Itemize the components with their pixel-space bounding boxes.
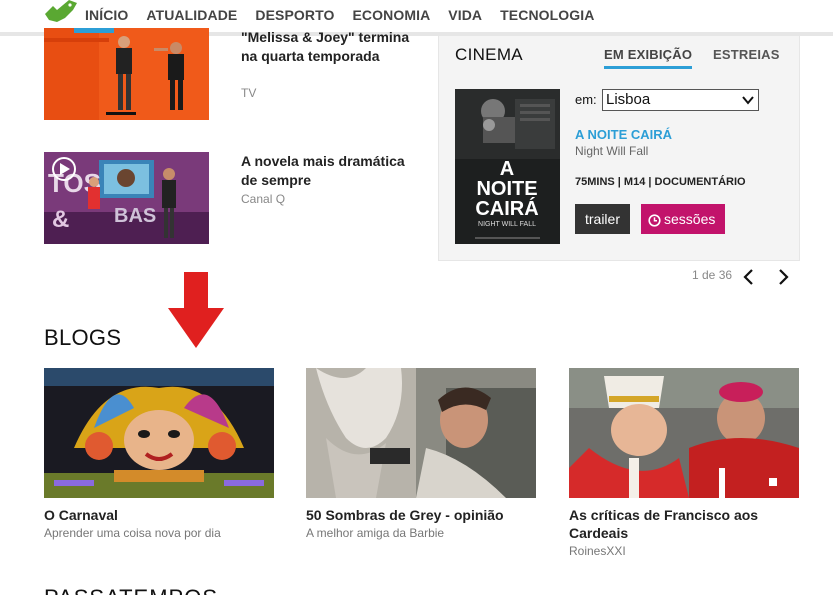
blog-subtitle: A melhor amiga da Barbie (306, 526, 445, 540)
location-label: em: (575, 92, 597, 107)
blog-subtitle: RoinesXXI (569, 544, 626, 558)
logo-icon[interactable] (43, 0, 79, 22)
sessoes-button[interactable]: sessões (641, 204, 725, 234)
nav-item-inicio[interactable]: INÍCIO (85, 7, 128, 23)
svg-text:&: & (52, 206, 69, 233)
poster-line-1: A (500, 158, 514, 180)
section-heading: PASSATEMPOS (44, 585, 218, 595)
blog-card: 50 Sombras de Grey - opinião A melhor am… (306, 368, 536, 540)
news-thumbnail[interactable]: TOS & BAS (44, 152, 209, 244)
chevron-down-icon (742, 96, 754, 105)
news-thumbnail[interactable] (44, 28, 209, 120)
trailer-button[interactable]: trailer (575, 204, 630, 234)
news-title[interactable]: A novela mais dramática de sempre (241, 152, 421, 190)
cinema-pager-count: 1 de 36 (692, 268, 733, 282)
blog-thumbnail[interactable] (44, 368, 274, 498)
blog-subtitle: Aprender uma coisa nova por dia (44, 526, 221, 540)
sessoes-label: sessões (664, 211, 716, 227)
news-source: Canal Q (241, 192, 286, 206)
blog-thumbnail[interactable] (569, 368, 799, 498)
nav-item-tecnologia[interactable]: TECNOLOGIA (500, 7, 594, 23)
poster-line-2: NOITE (476, 178, 537, 200)
movie-meta: 75MINS | M14 | DOCUMENTÁRIO (575, 176, 746, 188)
movie-poster[interactable]: A NOITE CAIRÁ NIGHT WILL FALL (455, 89, 560, 244)
news-title[interactable]: "Melissa & Joey" termina na quarta tempo… (241, 28, 421, 66)
blog-card: O Carnaval Aprender uma coisa nova por d… (44, 368, 274, 540)
nav-item-atualidade[interactable]: ATUALIDADE (146, 7, 237, 23)
cinema-widget: CINEMA EM EXIBIÇÃO ESTREIAS A NOITE CAIR… (438, 36, 800, 261)
poster-line-3: CAIRÁ (475, 197, 538, 220)
arrow-down-icon (168, 272, 224, 348)
nav-item-desporto[interactable]: DESPORTO (255, 7, 334, 23)
nav-menu: INÍCIO ATUALIDADE DESPORTO ECONOMIA VIDA… (85, 7, 613, 23)
clock-icon (648, 214, 661, 227)
news-item: TOS & BAS A novela mais dramática de sem… (44, 152, 424, 244)
chevron-right-icon[interactable] (776, 268, 790, 286)
blog-card: As críticas de Francisco aos Cardeais Ro… (569, 368, 799, 558)
blog-title[interactable]: As críticas de Francisco aos Cardeais (569, 506, 799, 542)
poster-subtitle: NIGHT WILL FALL (478, 221, 536, 228)
nav-item-vida[interactable]: VIDA (448, 7, 482, 23)
svg-text:BAS: BAS (114, 205, 156, 227)
news-item: "Melissa & Joey" termina na quarta tempo… (44, 28, 424, 120)
movie-original-title: Night Will Fall (575, 144, 649, 158)
blog-title[interactable]: 50 Sombras de Grey - opinião (306, 506, 536, 524)
city-select[interactable]: Lisboa (602, 89, 759, 111)
chevron-left-icon[interactable] (742, 268, 756, 286)
news-source: TV (241, 86, 257, 100)
nav-item-economia[interactable]: ECONOMIA (352, 7, 430, 23)
tab-em-exibicao[interactable]: EM EXIBIÇÃO (604, 47, 693, 69)
tab-estreias[interactable]: ESTREIAS (713, 47, 780, 62)
blog-title[interactable]: O Carnaval (44, 506, 274, 524)
city-select-value: Lisboa (606, 91, 651, 108)
cinema-title: CINEMA (455, 45, 523, 64)
blog-thumbnail[interactable] (306, 368, 536, 498)
blogs-heading: BLOGS (44, 325, 122, 350)
movie-title[interactable]: A NOITE CAIRÁ (575, 127, 672, 142)
